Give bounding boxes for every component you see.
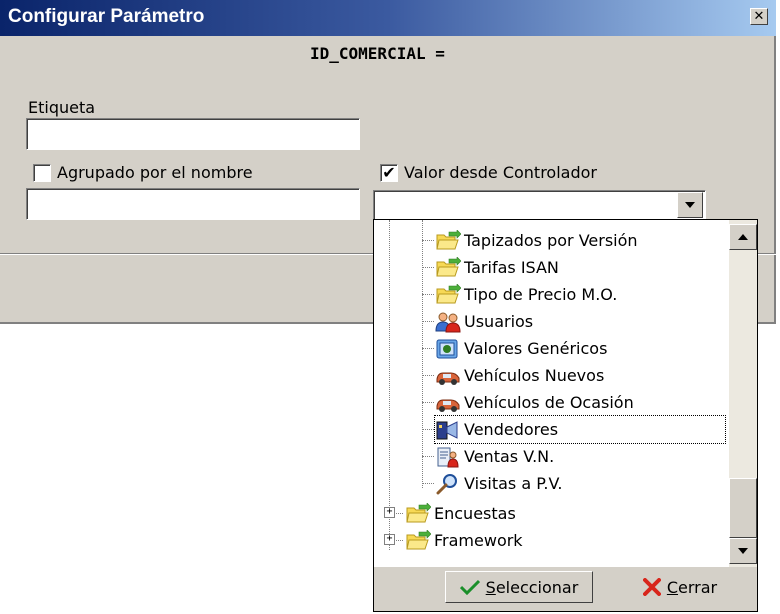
select-button-label: Seleccionar xyxy=(485,577,579,597)
tree-item-framework[interactable]: Framework xyxy=(405,527,523,554)
tree-line xyxy=(422,321,434,322)
tree-item[interactable]: Valores Genéricos xyxy=(435,335,607,362)
tree-item[interactable]: Vendedores xyxy=(434,415,726,444)
expand-icon[interactable]: + xyxy=(384,534,395,545)
tree-item-label: Vehículos de Ocasión xyxy=(464,393,634,412)
tree-line xyxy=(422,240,434,241)
tree-item[interactable]: Tapizados por Versión xyxy=(435,227,638,254)
expand-icon[interactable]: + xyxy=(384,507,395,518)
tree-item-label: Tarifas ISAN xyxy=(464,258,559,277)
title-bar[interactable]: Configurar Parámetro ✕ xyxy=(0,0,776,36)
tree-line xyxy=(422,375,434,376)
agrupado-input[interactable] xyxy=(26,188,360,220)
arrow-down-icon xyxy=(738,548,748,554)
tree-line xyxy=(422,220,423,488)
magnifier-icon xyxy=(435,472,461,496)
tree-line xyxy=(389,220,390,550)
chevron-down-icon xyxy=(685,202,695,208)
folder-arrow-icon xyxy=(405,529,431,553)
tree-item-label: Visitas a P.V. xyxy=(464,474,563,493)
tree-item-label: Tapizados por Versión xyxy=(464,231,638,250)
tree-line xyxy=(422,456,434,457)
tree-item[interactable]: Visitas a P.V. xyxy=(435,470,562,497)
parameter-name: ID_COMERCIAL = xyxy=(310,44,445,63)
folder-arrow-icon xyxy=(405,502,431,526)
combobox-dropdown-button[interactable] xyxy=(677,192,703,218)
arrow-up-icon xyxy=(738,234,748,240)
car-icon xyxy=(435,364,461,388)
users-icon xyxy=(435,310,461,334)
valor-controlador-label: Valor desde Controlador xyxy=(404,163,597,182)
agrupado-checkbox[interactable] xyxy=(33,164,51,182)
tree-item[interactable]: Usuarios xyxy=(435,308,533,335)
folder-arrow-icon xyxy=(435,283,461,307)
tree-item[interactable]: Tipo de Precio M.O. xyxy=(435,281,617,308)
vertical-scrollbar[interactable] xyxy=(729,220,757,567)
tree-item-label: Valores Genéricos xyxy=(464,339,608,358)
scroll-down-button[interactable] xyxy=(729,538,757,564)
tree-line xyxy=(422,267,434,268)
etiqueta-label: Etiqueta xyxy=(28,98,96,117)
tree-item-label: Ventas V.N. xyxy=(464,447,555,466)
scroll-thumb[interactable] xyxy=(729,478,757,538)
controller-tree[interactable]: Tapizados por Versión Tarifas ISAN Tipo de… xyxy=(374,220,729,567)
select-button[interactable]: Seleccionar xyxy=(445,571,593,603)
tree-item-encuestas[interactable]: Encuestas xyxy=(405,500,516,527)
tree-item[interactable]: Ventas V.N. xyxy=(435,443,554,470)
tree-item[interactable]: Tarifas ISAN xyxy=(435,254,559,281)
salesperson-icon xyxy=(435,418,461,442)
checkmark-icon xyxy=(459,579,480,595)
generic-values-icon xyxy=(435,337,461,361)
controller-dropdown: Tapizados por Versión Tarifas ISAN Tipo de… xyxy=(373,219,758,612)
close-button-label: Cerrar xyxy=(666,577,718,597)
checkmark-icon: ✔ xyxy=(382,163,396,182)
tree-item-label: Tipo de Precio M.O. xyxy=(464,285,618,304)
close-button[interactable]: Cerrar xyxy=(624,571,736,603)
folder-arrow-icon xyxy=(435,256,461,280)
tree-item-label: Vehículos Nuevos xyxy=(464,366,605,385)
tree-item-label: Encuestas xyxy=(434,504,516,523)
tree-item[interactable]: Vehículos de Ocasión xyxy=(435,389,634,416)
etiqueta-input[interactable] xyxy=(26,118,360,150)
tree-item-label: Vendedores xyxy=(464,420,559,439)
red-x-icon xyxy=(642,578,661,596)
controller-combobox[interactable] xyxy=(373,190,706,220)
tree-item-label: Framework xyxy=(434,531,523,550)
dialog-title: Configurar Parámetro xyxy=(8,6,205,27)
tree-item[interactable]: Vehículos Nuevos xyxy=(435,362,604,389)
scroll-up-button[interactable] xyxy=(729,224,757,250)
tree-line xyxy=(422,348,434,349)
tree-line xyxy=(422,483,434,484)
tree-line xyxy=(422,402,434,403)
close-window-button[interactable]: ✕ xyxy=(750,8,768,25)
tree-item-label: Usuarios xyxy=(464,312,534,331)
sales-icon xyxy=(435,445,461,469)
car-icon xyxy=(435,391,461,415)
tree-line xyxy=(422,429,434,430)
folder-arrow-icon xyxy=(435,229,461,253)
tree-line xyxy=(422,294,434,295)
valor-controlador-checkbox[interactable]: ✔ xyxy=(380,164,398,182)
agrupado-label: Agrupado por el nombre xyxy=(57,163,253,182)
close-icon: ✕ xyxy=(753,9,765,24)
